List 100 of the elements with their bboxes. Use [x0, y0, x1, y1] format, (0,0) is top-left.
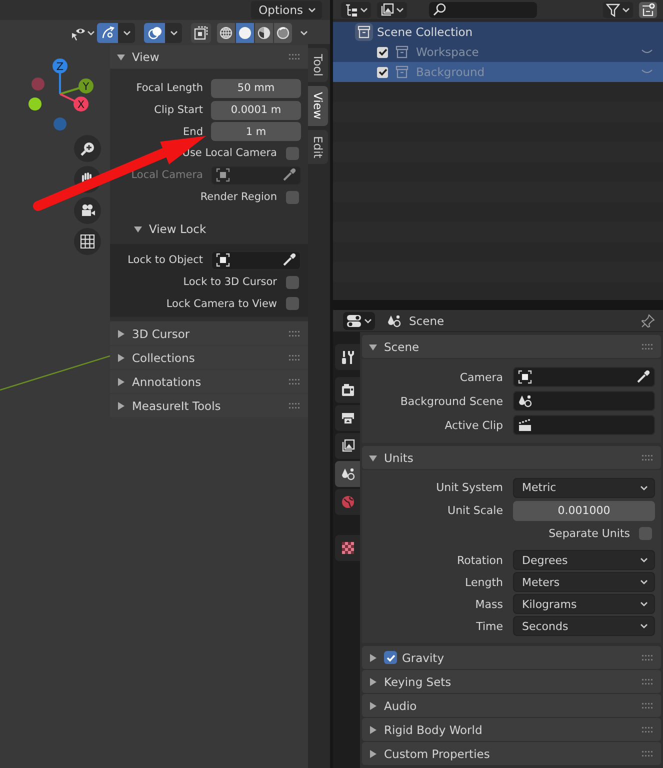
- properties-tab[interactable]: [335, 461, 360, 487]
- dropdown[interactable]: Seconds: [513, 616, 655, 636]
- disclosure-triangle-icon[interactable]: [369, 726, 377, 734]
- disclosure-triangle-icon[interactable]: [369, 750, 377, 758]
- caret-button[interactable]: [165, 23, 182, 43]
- overlay-toggle[interactable]: [144, 23, 165, 43]
- sidebar-tab[interactable]: Edit: [308, 130, 328, 164]
- panel-header[interactable]: Rigid Body World: [362, 718, 661, 741]
- disclosure-triangle-icon[interactable]: [369, 702, 377, 710]
- disclosure-triangle-icon[interactable]: [369, 342, 377, 350]
- editor-type-dropdown[interactable]: [343, 312, 375, 330]
- search-field[interactable]: [429, 2, 537, 18]
- panel-header[interactable]: Collections: [110, 346, 308, 369]
- dropdown[interactable]: Meters: [513, 572, 655, 592]
- object-field[interactable]: [211, 250, 301, 270]
- grip-icon[interactable]: [289, 54, 300, 60]
- properties-tab[interactable]: [335, 405, 360, 431]
- checkbox[interactable]: [639, 527, 652, 540]
- field-label: Focal Length: [135, 82, 204, 94]
- disclosure-triangle-icon[interactable]: [117, 402, 125, 410]
- sidebar-tab[interactable]: Tool: [308, 48, 328, 82]
- eyedropper-icon[interactable]: [282, 253, 296, 267]
- gizmo-toggle[interactable]: [97, 23, 118, 43]
- object-field[interactable]: [513, 367, 655, 387]
- display-mode-dropdown[interactable]: [341, 2, 371, 18]
- grip-icon[interactable]: [642, 678, 653, 684]
- disclosure-triangle-icon[interactable]: [369, 678, 377, 686]
- grip-icon[interactable]: [289, 402, 300, 408]
- checkbox[interactable]: [286, 276, 299, 288]
- checkbox[interactable]: [377, 46, 388, 58]
- panel-header[interactable]: Custom Properties: [362, 742, 661, 765]
- axis-handle[interactable]: Z: [52, 58, 68, 74]
- dropdown[interactable]: Degrees: [513, 550, 655, 570]
- panel-header[interactable]: Scene: [362, 335, 661, 358]
- properties-tab[interactable]: [335, 535, 360, 561]
- grip-icon[interactable]: [289, 378, 300, 384]
- grip-icon[interactable]: [289, 354, 300, 360]
- sidebar-tab[interactable]: View: [308, 86, 328, 126]
- checkbox[interactable]: [384, 651, 397, 664]
- properties-tab[interactable]: [335, 344, 360, 370]
- disclosure-triangle-icon[interactable]: [117, 330, 125, 338]
- disclosure-triangle-icon[interactable]: [369, 454, 377, 462]
- new-collection-button[interactable]: [639, 2, 657, 18]
- grip-icon[interactable]: [289, 330, 300, 336]
- navigation-gizmo[interactable]: Z Y X: [25, 54, 97, 134]
- xray-toggle[interactable]: [191, 23, 211, 43]
- disclosure-triangle-icon[interactable]: [117, 378, 125, 386]
- disclosure-triangle-icon[interactable]: [117, 52, 125, 60]
- shading-button[interactable]: [217, 23, 235, 43]
- grip-icon[interactable]: [642, 454, 653, 460]
- axis-handle[interactable]: [28, 98, 42, 110]
- checkbox[interactable]: [286, 190, 299, 204]
- number-field[interactable]: 1 m: [211, 122, 301, 141]
- disclosure-triangle-icon[interactable]: [369, 654, 377, 662]
- grip-icon[interactable]: [642, 726, 653, 732]
- properties-tab[interactable]: [335, 433, 360, 459]
- shading-button[interactable]: [255, 23, 273, 43]
- dropdown[interactable]: Metric: [513, 478, 655, 498]
- grip-icon[interactable]: [642, 654, 653, 660]
- panel-header[interactable]: 3D Cursor: [110, 322, 308, 345]
- axis-handle[interactable]: X: [74, 96, 88, 112]
- axis-handle[interactable]: [32, 78, 44, 90]
- eyedropper-icon[interactable]: [636, 370, 650, 384]
- checkbox[interactable]: [377, 66, 388, 78]
- shading-button[interactable]: [236, 23, 254, 43]
- panel-header[interactable]: Audio: [362, 694, 661, 717]
- clip-field[interactable]: [513, 415, 655, 435]
- panel-header[interactable]: Keying Sets: [362, 670, 661, 693]
- shading-button[interactable]: [274, 23, 292, 43]
- axis-handle[interactable]: [54, 118, 66, 130]
- perspective-toggle-button[interactable]: [74, 228, 101, 255]
- number-field[interactable]: 50 mm: [211, 78, 301, 98]
- pin-icon[interactable]: [641, 314, 655, 328]
- axis-handle[interactable]: Y: [78, 78, 94, 94]
- disclosure-triangle-icon[interactable]: [117, 354, 125, 362]
- scene-field[interactable]: [513, 391, 655, 411]
- outliner-row[interactable]: Scene Collection: [333, 22, 663, 42]
- grip-icon[interactable]: [642, 344, 653, 350]
- object-icon: [518, 370, 532, 384]
- panel-header[interactable]: Annotations: [110, 370, 308, 393]
- checkbox[interactable]: [286, 146, 299, 160]
- filter-dropdown[interactable]: [377, 2, 407, 18]
- panel-header[interactable]: Units: [362, 446, 661, 469]
- grip-icon[interactable]: [642, 750, 653, 756]
- number-field[interactable]: 0.001000: [513, 500, 655, 520]
- chevron-icon[interactable]: [641, 49, 653, 55]
- panel-header[interactable]: View: [110, 45, 308, 68]
- disclosure-triangle-icon[interactable]: [134, 225, 142, 233]
- camera-view-button[interactable]: [74, 197, 101, 224]
- panel-header[interactable]: MeasureIt Tools: [110, 394, 308, 417]
- options-dropdown[interactable]: Options: [250, 1, 322, 19]
- panel-header[interactable]: Gravity: [362, 646, 661, 669]
- properties-tab[interactable]: [335, 377, 360, 403]
- zoom-button[interactable]: [74, 135, 101, 162]
- dropdown[interactable]: Kilograms: [513, 594, 655, 614]
- grip-icon[interactable]: [642, 702, 653, 708]
- checkbox[interactable]: [286, 297, 299, 310]
- number-field[interactable]: 0.0001 m: [211, 100, 301, 120]
- caret-button[interactable]: [118, 23, 135, 43]
- filter-menu-button[interactable]: [603, 2, 633, 18]
